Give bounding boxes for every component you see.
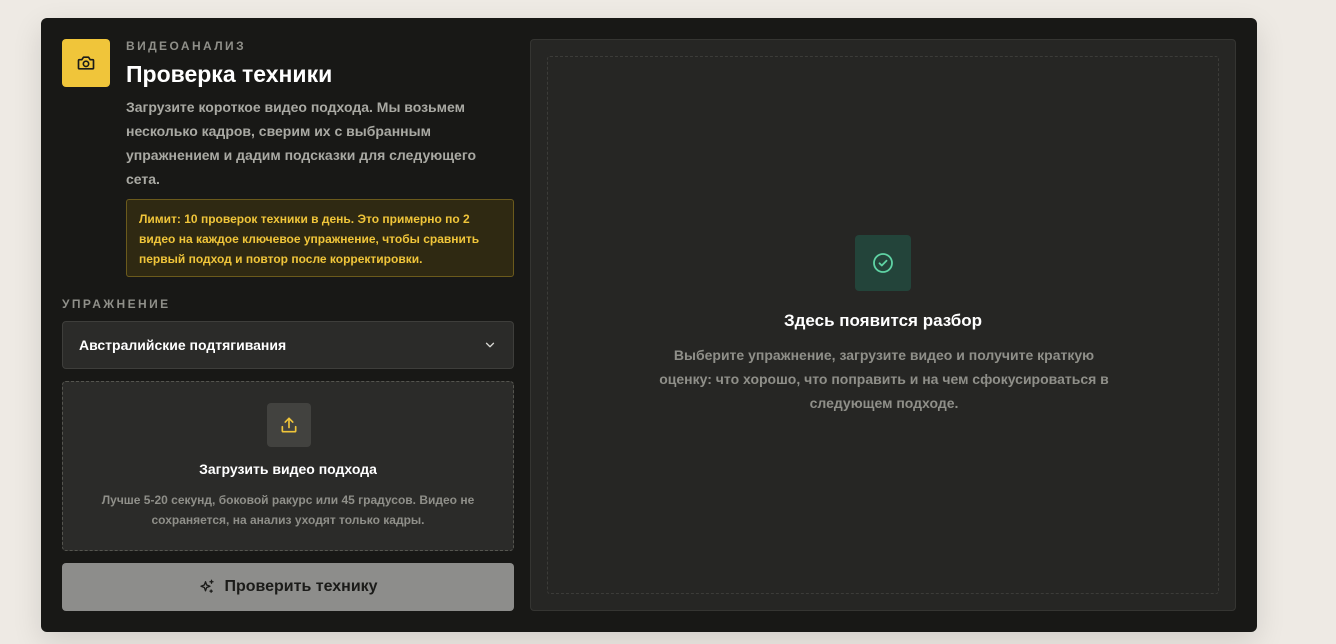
upload-icon-badge [267,403,311,447]
chevron-down-icon [485,342,495,348]
upload-icon [281,417,297,433]
exercise-select-value: Австралийские подтягивания [79,337,287,353]
camera-badge [62,39,110,87]
result-title: Здесь появится разбор [783,311,983,330]
header-text: ВИДЕОАНАЛИЗ Проверка техники Загрузите к… [126,39,514,191]
result-description: Выберите упражнение, загрузите видео и п… [659,347,1109,411]
check-circle-icon [873,253,893,273]
result-panel: Здесь появится разбор Выберите упражнени… [530,39,1236,611]
exercise-label: УПРАЖНЕНИЕ [62,297,171,311]
exercise-select[interactable]: Австралийские подтягивания [62,321,514,369]
result-placeholder: Здесь появится разбор Выберите упражнени… [547,56,1219,594]
check-technique-button[interactable]: Проверить технику [62,563,514,611]
upload-title: Загрузить видео подхода [199,461,377,477]
technique-check-card: ВИДЕОАНАЛИЗ Проверка техники Загрузите к… [41,18,1257,632]
eyebrow: ВИДЕОАНАЛИЗ [126,39,246,53]
check-technique-label: Проверить технику [224,578,378,595]
page-title: Проверка техники [126,61,333,87]
page-description: Загрузите короткое видео подхода. Мы воз… [126,99,477,187]
upload-hint: Лучше 5-20 секунд, боковой ракурс или 45… [101,493,475,527]
result-icon-badge [855,235,911,291]
limit-notice: Лимит: 10 проверок техники в день. Это п… [126,199,514,277]
sparkles-icon [200,579,215,593]
camera-icon [77,56,95,70]
video-upload-dropzone[interactable]: Загрузить видео подхода Лучше 5-20 секун… [62,381,514,551]
